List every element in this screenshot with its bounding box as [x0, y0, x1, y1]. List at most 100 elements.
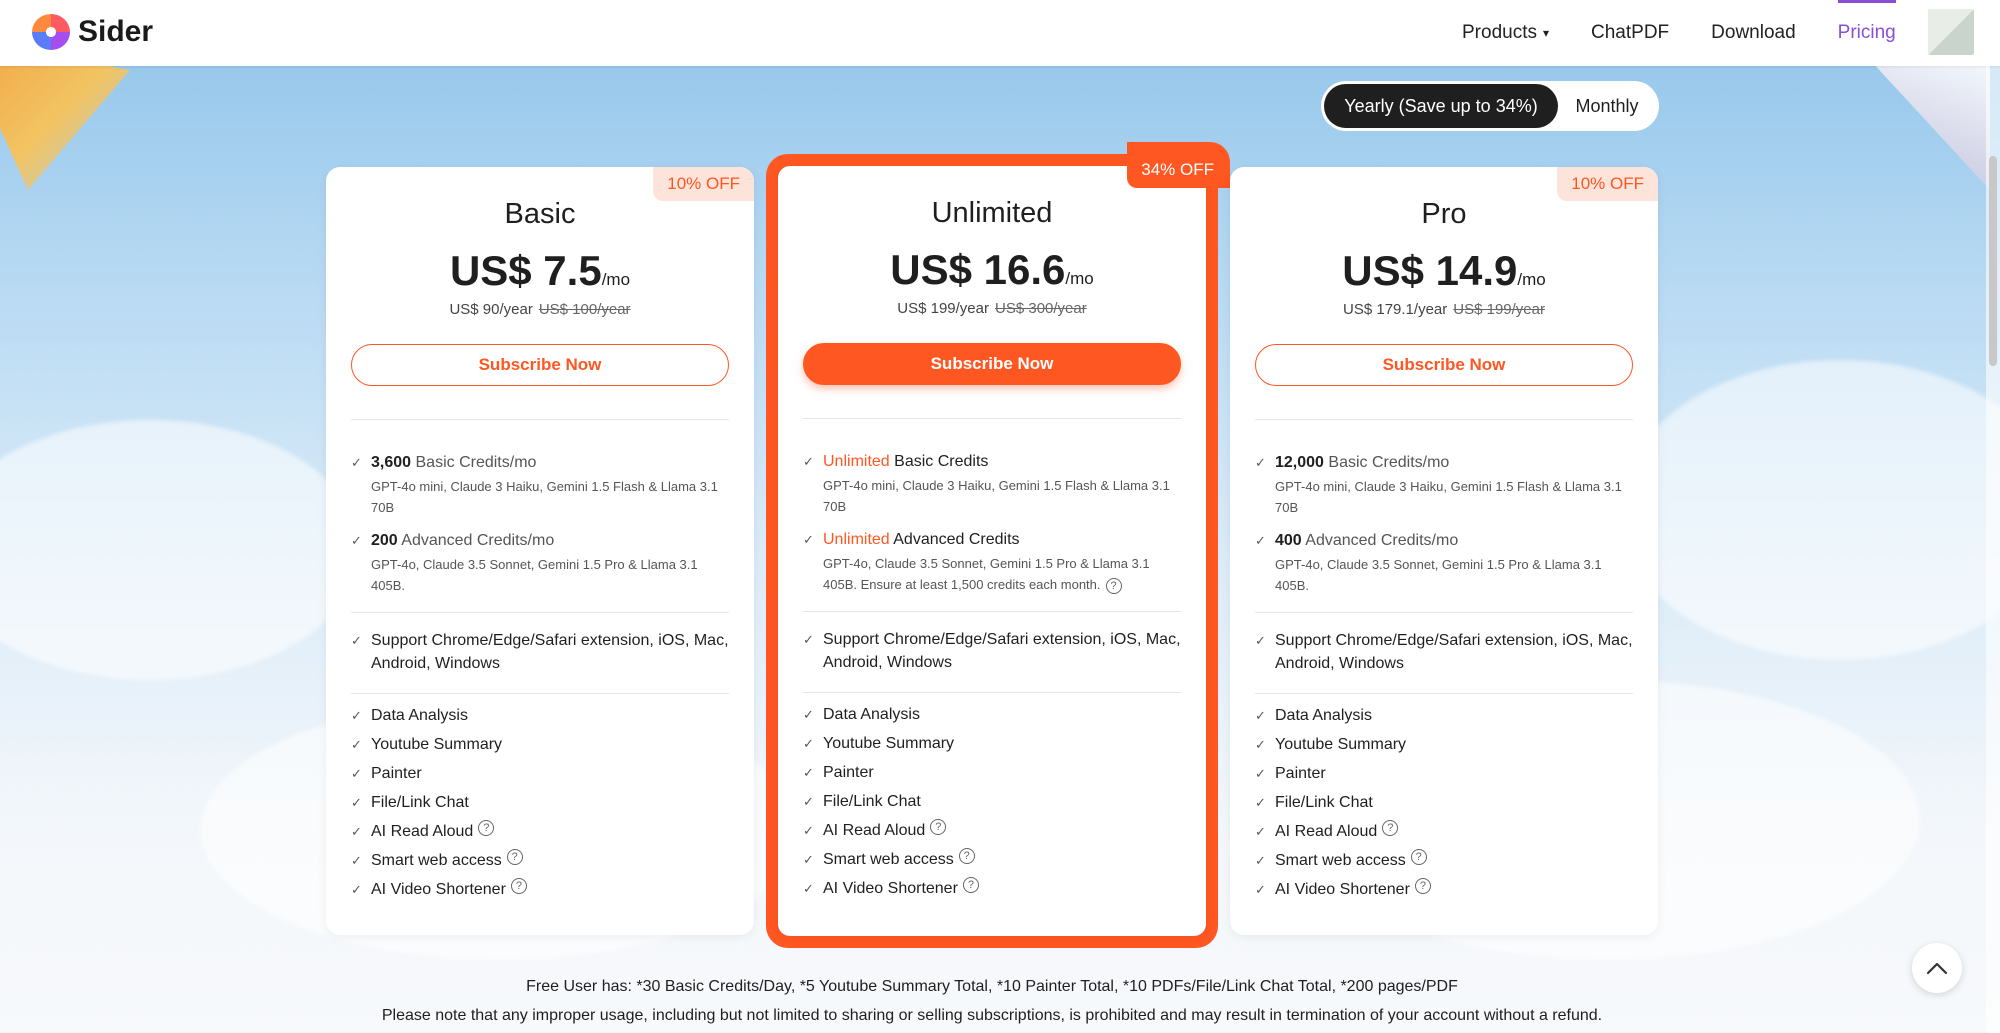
billing-monthly-option[interactable]: Monthly: [1558, 84, 1656, 128]
nav-products[interactable]: Products ▾: [1462, 0, 1549, 66]
feature-video-shortener: ✓ AI Video Shortener?: [1255, 878, 1633, 901]
nav-links: Products ▾ ChatPDF Download Pricing: [1462, 0, 1938, 66]
tool-features: ✓ Data Analysis ✓ Youtube Summary ✓ Painter…: [326, 704, 754, 901]
video-shortener-label: AI Video Shortener: [371, 881, 506, 898]
advanced-models: GPT-4o, Claude 3.5 Sonnet, Gemini 1.5 Pr…: [823, 556, 1150, 592]
feature-advanced-credits: ✓ Unlimited Advanced Credits: [803, 528, 1181, 551]
check-icon: ✓: [351, 633, 362, 648]
feature-file-chat: ✓ File/Link Chat: [351, 791, 729, 814]
question-circle-icon[interactable]: ?: [506, 849, 523, 865]
yearly-price-old: US$ 300/year: [995, 300, 1087, 317]
discount-badge: 10% OFF: [1557, 167, 1658, 201]
price-period: /mo: [1065, 269, 1094, 288]
basic-credits-value: 3,600: [371, 454, 412, 471]
nav-products-label: Products: [1462, 22, 1537, 43]
scroll-to-top-button[interactable]: [1912, 943, 1962, 993]
price-period: /mo: [1517, 270, 1546, 289]
question-circle-icon[interactable]: ?: [1414, 878, 1431, 894]
question-circle-icon[interactable]: ?: [958, 848, 975, 864]
subscribe-button[interactable]: Subscribe Now: [1255, 344, 1633, 386]
read-aloud-label: AI Read Aloud: [823, 822, 926, 839]
feature-platforms: ✓ Support Chrome/Edge/Safari extension, i…: [351, 629, 729, 675]
question-circle-icon[interactable]: ?: [930, 819, 947, 835]
basic-models: GPT-4o mini, Claude 3 Haiku, Gemini 1.5 …: [1275, 479, 1622, 515]
tool-features: ✓ Data Analysis ✓ Youtube Summary ✓ Painter…: [1230, 704, 1658, 901]
basic-credits-value: Unlimited: [823, 453, 890, 470]
question-circle-icon[interactable]: ?: [510, 878, 527, 894]
nav-chatpdf[interactable]: ChatPDF: [1591, 0, 1669, 66]
feature-video-shortener: ✓ AI Video Shortener?: [803, 877, 1181, 900]
sider-logo[interactable]: Sider: [32, 14, 153, 50]
video-shortener-label: AI Video Shortener: [823, 880, 958, 897]
check-icon: ✓: [803, 707, 814, 722]
feature-basic-credits: ✓ 12,000 Basic Credits/mo: [1255, 451, 1633, 474]
yearly-price-current: US$ 179.1/year: [1343, 301, 1448, 318]
advanced-credits-value: 200: [371, 532, 398, 549]
check-icon: ✓: [1255, 533, 1266, 548]
plan-card-unlimited-highlight: Unlimited US$ 16.6/mo US$ 199/year US$ 30…: [766, 142, 1230, 948]
check-icon: ✓: [803, 532, 814, 547]
page-scrollbar[interactable]: [1986, 66, 2000, 1033]
plan-name: Unlimited: [931, 197, 1053, 229]
price-period: /mo: [601, 270, 631, 289]
platforms-label: Support Chrome/Edge/Safari extension, iO…: [1275, 632, 1633, 672]
free-user-note: Free User has: *30 Basic Credits/Day, *5…: [526, 978, 1458, 995]
question-circle-icon[interactable]: ?: [478, 820, 495, 836]
feature-web-access: ✓ Smart web access?: [1255, 849, 1633, 872]
youtube-summary-label: Youtube Summary: [823, 735, 955, 752]
price-amount: US$ 14.9: [1342, 247, 1518, 294]
check-icon: ✓: [1255, 708, 1266, 723]
plan-price: US$ 14.9/mo: [1230, 247, 1658, 295]
advanced-models: GPT-4o, Claude 3.5 Sonnet, Gemini 1.5 Pr…: [371, 557, 698, 593]
user-avatar[interactable]: [1928, 9, 1974, 55]
feature-data-analysis: ✓ Data Analysis: [1255, 704, 1633, 727]
painter-label: Painter: [371, 765, 422, 782]
nav-pricing[interactable]: Pricing: [1837, 0, 1896, 66]
feature-painter: ✓ Painter: [803, 761, 1181, 784]
basic-credits-label: Basic Credits: [894, 453, 989, 470]
youtube-summary-label: Youtube Summary: [1275, 736, 1407, 753]
feature-data-analysis: ✓ Data Analysis: [351, 704, 729, 727]
check-icon: ✓: [351, 533, 362, 548]
youtube-summary-label: Youtube Summary: [371, 736, 503, 753]
advanced-credits-value: 400: [1275, 532, 1302, 549]
basic-credits-value: 12,000: [1275, 454, 1324, 471]
check-icon: ✓: [803, 852, 814, 867]
platforms-label: Support Chrome/Edge/Safari extension, iO…: [371, 632, 729, 672]
question-circle-icon[interactable]: ?: [1382, 820, 1399, 836]
kite-illustration-right: [1870, 60, 1990, 190]
platform-features: ✓ Support Chrome/Edge/Safari extension, i…: [326, 629, 754, 675]
yearly-price: US$ 90/year US$ 100/year: [326, 301, 754, 318]
check-icon: ✓: [803, 632, 814, 647]
nav-download[interactable]: Download: [1711, 0, 1796, 66]
caret-down-icon: ▾: [1542, 26, 1550, 40]
feature-painter: ✓ Painter: [1255, 762, 1633, 785]
question-circle-icon[interactable]: ?: [1105, 577, 1122, 594]
feature-advanced-credits: ✓ 200 Advanced Credits/mo: [351, 529, 729, 552]
yearly-price-old: US$ 199/year: [1453, 301, 1545, 318]
divider: [351, 693, 729, 694]
feature-data-analysis: ✓ Data Analysis: [803, 703, 1181, 726]
billing-yearly-option[interactable]: Yearly (Save up to 34%): [1324, 84, 1558, 128]
subscribe-button[interactable]: Subscribe Now: [803, 343, 1181, 385]
scrollbar-thumb[interactable]: [1989, 156, 1997, 366]
feature-web-access: ✓ Smart web access?: [803, 848, 1181, 871]
feature-file-chat: ✓ File/Link Chat: [1255, 791, 1633, 814]
question-circle-icon[interactable]: ?: [962, 877, 979, 893]
plan-card-unlimited: Unlimited US$ 16.6/mo US$ 199/year US$ 30…: [778, 166, 1206, 936]
feature-youtube-summary: ✓ Youtube Summary: [351, 733, 729, 756]
data-analysis-label: Data Analysis: [1275, 707, 1372, 724]
check-icon: ✓: [351, 795, 362, 810]
advanced-credits-value: Unlimited: [823, 531, 890, 548]
check-icon: ✓: [803, 794, 814, 809]
check-icon: ✓: [351, 455, 362, 470]
subscribe-button[interactable]: Subscribe Now: [351, 344, 729, 386]
basic-models: GPT-4o mini, Claude 3 Haiku, Gemini 1.5 …: [371, 479, 718, 515]
feature-platforms: ✓ Support Chrome/Edge/Safari extension, i…: [1255, 629, 1633, 675]
check-icon: ✓: [1255, 882, 1266, 897]
plan-card-pro: 10% OFF Pro US$ 14.9/mo US$ 179.1/year US…: [1230, 167, 1658, 935]
top-nav: Sider Products ▾ ChatPDF Download Pricin…: [0, 0, 2000, 66]
feature-youtube-summary: ✓ Youtube Summary: [803, 732, 1181, 755]
check-icon: ✓: [1255, 824, 1266, 839]
question-circle-icon[interactable]: ?: [1410, 849, 1427, 865]
